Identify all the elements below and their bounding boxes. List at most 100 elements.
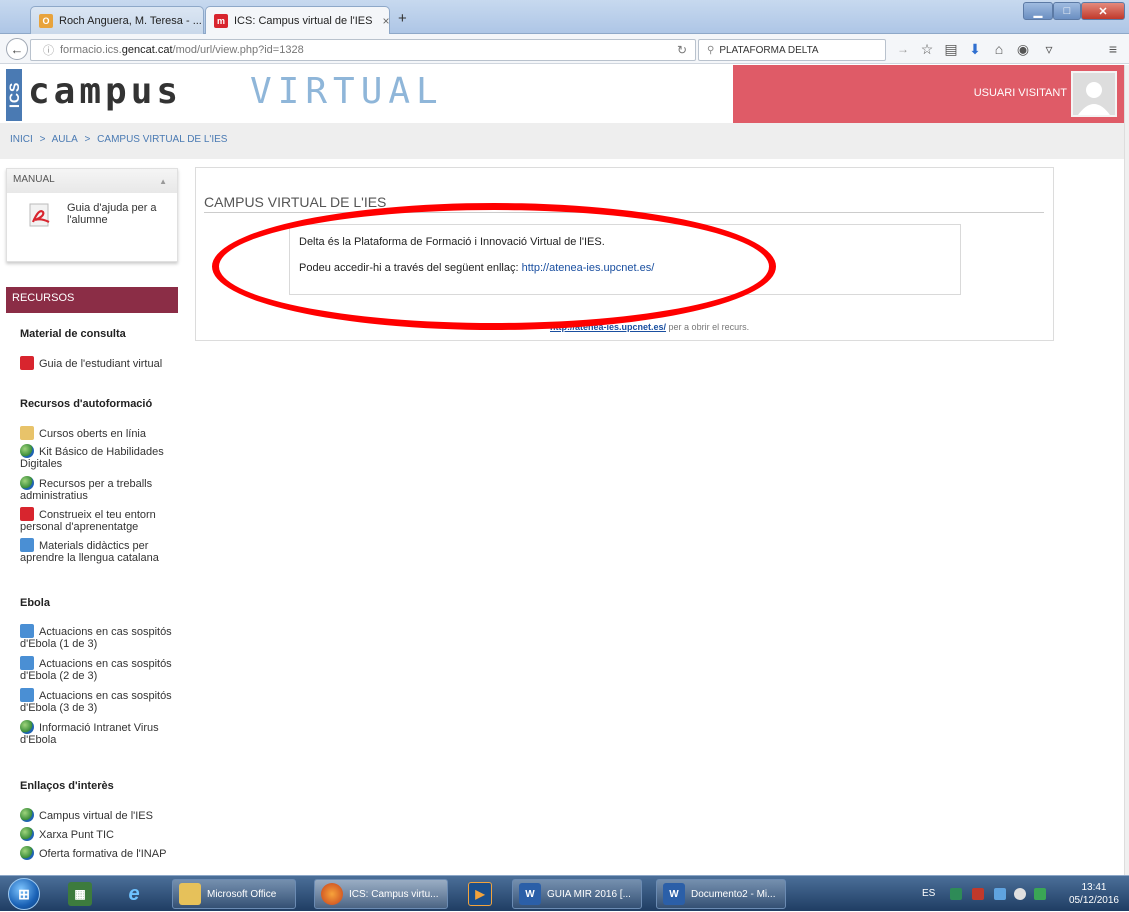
open-resource-suffix: per a obrir el recurs. [668, 322, 750, 332]
search-value: PLATAFORMA DELTA [719, 44, 819, 56]
manual-item-label[interactable]: Guia d'ajuda per a l'alumne [67, 202, 177, 228]
new-tab-button[interactable]: + [398, 10, 407, 27]
intro-box: Delta és la Plataforma de Formació i Inn… [289, 224, 961, 295]
intro-link-line: Podeu accedir-hi a través del següent en… [299, 262, 654, 274]
url-host: gencat.cat [121, 44, 173, 56]
logo-campus-text[interactable]: campus [28, 71, 182, 112]
section-title: Ebola [20, 597, 50, 609]
resource-item[interactable]: Oferta formativa de l'INAP [20, 846, 180, 860]
address-bar[interactable]: ⓘ formacio.ics. gencat.cat/mod/url/view.p… [30, 39, 696, 61]
resource-item[interactable]: Campus virtual de l'IES [20, 808, 180, 822]
breadcrumb-current[interactable]: CAMPUS VIRTUAL DE L'IES [97, 134, 227, 145]
start-button[interactable]: ⊞ [8, 878, 40, 910]
qr-app-icon[interactable]: ▦ [68, 882, 92, 906]
resource-item[interactable]: Xarxa Punt TIC [20, 827, 180, 841]
breadcrumb-home[interactable]: INICI [10, 134, 33, 145]
user-box: USUARI VISITANT [733, 65, 1129, 123]
network-icon[interactable] [950, 888, 962, 900]
breadcrumb-separator: > [39, 134, 46, 145]
chat-icon[interactable]: ◉ [1014, 40, 1032, 58]
tab-campus-virtual[interactable]: m ICS: Campus virtual de l'IES × [205, 6, 390, 35]
taskbar-task[interactable]: ICS: Campus virtu... [314, 879, 448, 909]
pocket-icon[interactable]: ▿ [1040, 40, 1058, 58]
section-title: Enllaços d'interès [20, 780, 114, 792]
bookmark-star-icon[interactable]: ☆ [918, 40, 936, 58]
tab-label: Roch Anguera, M. Teresa - ... [59, 14, 202, 27]
ics-logo[interactable]: ICS [6, 69, 22, 121]
resource-item[interactable]: Construeix el teu entorn personal d'apre… [20, 507, 180, 533]
back-arrow-icon: ← [10, 41, 24, 57]
folder-icon [20, 426, 34, 440]
url-path: /mod/url/view.php?id=1328 [172, 44, 304, 56]
manual-block: MANUAL ▲ Guia d'ajuda per a l'alumne [6, 168, 178, 262]
resource-item[interactable]: Actuacions en cas sospitós d'Ebola (3 de… [20, 688, 180, 714]
avatar[interactable] [1071, 71, 1117, 117]
user-name[interactable]: USUARI VISITANT [974, 87, 1067, 99]
search-input[interactable]: ⚲ PLATAFORMA DELTA [698, 39, 886, 61]
globe-icon [20, 444, 34, 458]
resource-item[interactable]: Cursos oberts en línia [20, 426, 180, 440]
breadcrumb: INICI > AULA > CAMPUS VIRTUAL DE L'IES [10, 134, 231, 145]
download-icon[interactable]: ⬇ [966, 40, 984, 58]
back-button[interactable]: ← [6, 38, 28, 60]
resource-label: Cursos oberts en línia [39, 428, 146, 440]
clock-date: 05/12/2016 [1068, 895, 1119, 906]
media-player-icon[interactable]: ▶ [468, 882, 492, 906]
tab-roch-anguera[interactable]: O Roch Anguera, M. Teresa - ... × [30, 6, 204, 34]
breadcrumb-separator: > [84, 134, 91, 145]
taskbar-task[interactable]: W Documento2 - Mi... [656, 879, 786, 909]
folder-icon [179, 883, 201, 905]
clock[interactable]: 13:41 05/12/2016 [1069, 881, 1119, 907]
resource-label: Oferta formativa de l'INAP [39, 848, 167, 860]
manual-item[interactable]: Guia d'ajuda per a l'alumne [27, 202, 177, 228]
resource-item[interactable]: Materials didàctics per aprendre la llen… [20, 538, 180, 564]
word-icon: W [663, 883, 685, 905]
firefox-icon [321, 883, 343, 905]
resource-label: Actuacions en cas sospitós d'Ebola (1 de… [20, 626, 172, 650]
word-icon: W [519, 883, 541, 905]
open-resource-link[interactable]: http://atenea-ies.upcnet.es/ [550, 322, 666, 332]
site-header: ICS campus VIRTUAL USUARI VISITANT [0, 65, 1129, 123]
resource-item[interactable]: Guia de l'estudiant virtual [20, 356, 180, 370]
atenea-link[interactable]: http://atenea-ies.upcnet.es/ [522, 262, 655, 274]
resource-label: Xarxa Punt TIC [39, 829, 114, 841]
user-silhouette-icon [1078, 82, 1110, 115]
maximize-button[interactable]: □ [1053, 2, 1081, 20]
minimize-button[interactable]: ▁ [1023, 2, 1053, 20]
resource-item[interactable]: Recursos per a treballs administratius [20, 476, 180, 502]
section-title: Material de consulta [20, 328, 126, 340]
logo-virtual-text[interactable]: VIRTUAL [250, 71, 444, 112]
collapse-caret-icon[interactable]: ▲ [159, 177, 167, 186]
language-indicator[interactable]: ES [922, 888, 935, 899]
bookmarks-list-icon[interactable]: ▤ [942, 40, 960, 58]
taskbar: ⊞ ▦ e Microsoft Office ICS: Campus virtu… [0, 875, 1129, 911]
taskbar-task[interactable]: Microsoft Office [172, 879, 296, 909]
tab-close-icon[interactable]: × [202, 14, 203, 28]
breadcrumb-aula[interactable]: AULA [52, 134, 78, 145]
flag-icon[interactable] [972, 888, 984, 900]
volume-icon[interactable] [1014, 888, 1026, 900]
tray-app-icon[interactable] [1034, 888, 1046, 900]
taskbar-task-label: ICS: Campus virtu... [349, 888, 439, 900]
taskbar-task[interactable]: W GUIA MIR 2016 [... [512, 879, 642, 909]
reload-icon[interactable]: ↻ [677, 43, 687, 57]
resource-label: Actuacions en cas sospitós d'Ebola (2 de… [20, 658, 172, 682]
resource-item[interactable]: Kit Básico de Habilidades Digitales [20, 444, 180, 470]
menu-icon[interactable]: ≡ [1104, 40, 1122, 58]
close-window-button[interactable]: ✕ [1081, 2, 1125, 20]
globe-icon [20, 846, 34, 860]
go-arrow-icon[interactable]: → [894, 40, 912, 58]
resource-label: Recursos per a treballs administratius [20, 478, 153, 502]
home-icon[interactable]: ⌂ [990, 40, 1008, 58]
resource-item[interactable]: Actuacions en cas sospitós d'Ebola (2 de… [20, 656, 180, 682]
taskbar-task-label: GUIA MIR 2016 [... [547, 888, 631, 900]
display-icon[interactable] [994, 888, 1006, 900]
ie-browser-icon[interactable]: e [122, 882, 146, 906]
document-icon [20, 624, 34, 638]
scrollbar[interactable] [1124, 65, 1129, 875]
tab-close-icon[interactable]: × [372, 14, 389, 28]
resource-item[interactable]: Informació Intranet Virus d'Ebola [20, 720, 180, 746]
document-icon [20, 688, 34, 702]
search-icon: ⚲ [707, 44, 715, 56]
resource-item[interactable]: Actuacions en cas sospitós d'Ebola (1 de… [20, 624, 180, 650]
